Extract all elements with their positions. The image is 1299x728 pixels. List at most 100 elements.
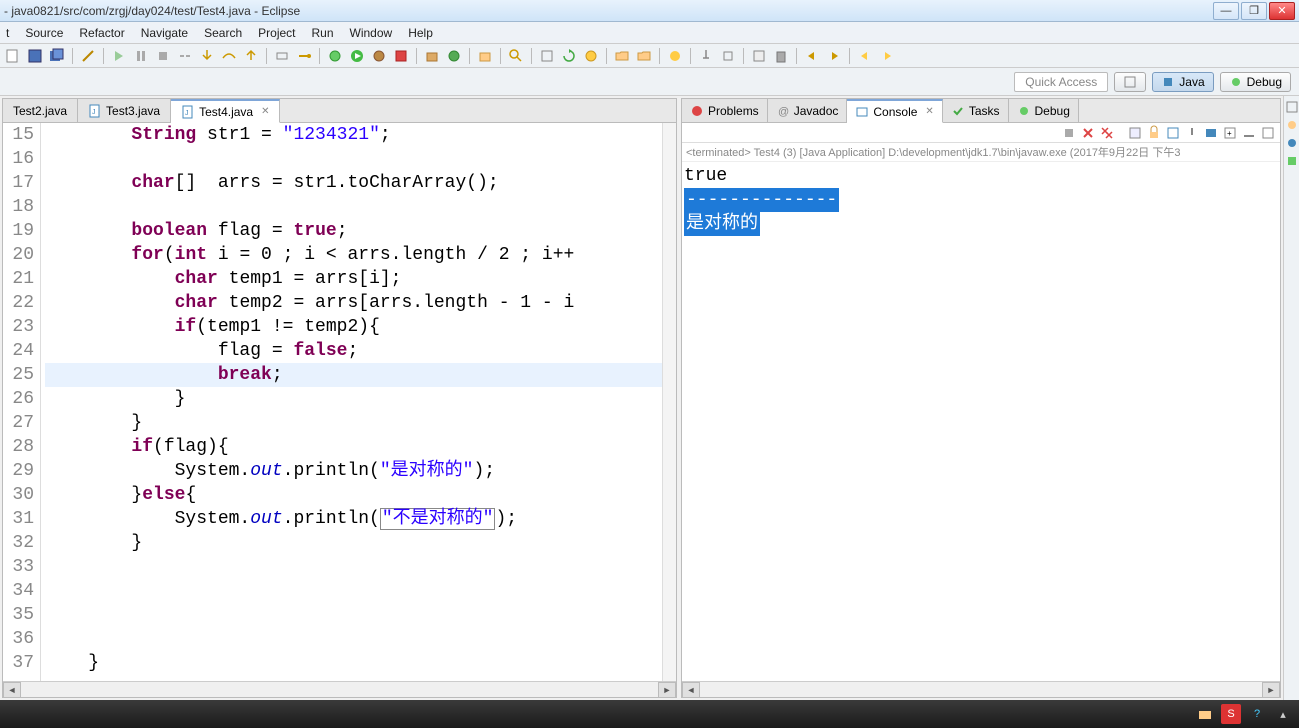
step-over-icon[interactable]: [220, 47, 238, 65]
javadoc-icon: @: [776, 104, 790, 118]
task-icon[interactable]: [582, 47, 600, 65]
maximize-button[interactable]: ❐: [1241, 2, 1267, 20]
save-all-icon[interactable]: [48, 47, 66, 65]
menu-edit[interactable]: t: [6, 26, 9, 40]
tray-app-icon[interactable]: S: [1221, 704, 1241, 724]
tab-console[interactable]: Console ✕: [847, 99, 942, 123]
window-controls: — ❐ ✕: [1213, 2, 1295, 20]
dropframe-icon[interactable]: [273, 47, 291, 65]
terminate-icon[interactable]: [1061, 125, 1077, 141]
console-toolbar: +: [682, 123, 1280, 143]
step-return-icon[interactable]: [242, 47, 260, 65]
wand-icon[interactable]: [79, 47, 97, 65]
step-into-icon[interactable]: [198, 47, 216, 65]
tab-problems[interactable]: Problems: [682, 99, 768, 122]
console-body[interactable]: true--------------是对称的: [682, 162, 1280, 681]
console-hscroll[interactable]: ◄ ►: [682, 681, 1280, 697]
tray-chevron-icon[interactable]: ▴: [1273, 704, 1293, 724]
minimize-button[interactable]: —: [1213, 2, 1239, 20]
new-package-icon[interactable]: [423, 47, 441, 65]
overview-ruler[interactable]: [662, 123, 676, 681]
view-icon[interactable]: [750, 47, 768, 65]
expressions-icon[interactable]: [1285, 154, 1299, 168]
debug-resume-icon[interactable]: [110, 47, 128, 65]
search-icon[interactable]: [507, 47, 525, 65]
variables-icon[interactable]: [1285, 118, 1299, 132]
menu-refactor[interactable]: Refactor: [79, 26, 124, 40]
tab-debug[interactable]: Debug: [1009, 99, 1079, 122]
menu-source[interactable]: Source: [25, 26, 63, 40]
close-button[interactable]: ✕: [1269, 2, 1295, 20]
scroll-right-icon[interactable]: ►: [658, 682, 676, 698]
tab-test3[interactable]: J Test3.java: [78, 99, 171, 122]
hscrollbar[interactable]: ◄ ►: [3, 681, 676, 697]
close-icon[interactable]: ✕: [261, 106, 269, 117]
outline-icon[interactable]: [1285, 100, 1299, 114]
open-type-icon[interactable]: [476, 47, 494, 65]
coverage-icon[interactable]: [370, 47, 388, 65]
next-annotation-icon[interactable]: [825, 47, 843, 65]
tray-folder-icon[interactable]: [1195, 704, 1215, 724]
new-class-icon[interactable]: [445, 47, 463, 65]
tab-javadoc[interactable]: @Javadoc: [768, 99, 848, 122]
tab-test4[interactable]: J Test4.java ✕: [171, 99, 280, 123]
vtab-label: Debug: [1035, 104, 1070, 118]
back-history-icon[interactable]: [803, 47, 821, 65]
toggle-icon[interactable]: [719, 47, 737, 65]
console-header: <terminated> Test4 (3) [Java Application…: [682, 143, 1280, 162]
menu-search[interactable]: Search: [204, 26, 242, 40]
scroll-lock-icon[interactable]: [1146, 125, 1162, 141]
save-icon[interactable]: [26, 47, 44, 65]
wrap-icon[interactable]: [1165, 125, 1181, 141]
open-perspective-button[interactable]: [1114, 72, 1146, 92]
pin-icon[interactable]: [697, 47, 715, 65]
folder-nav-icon[interactable]: [635, 47, 653, 65]
external-tools-icon[interactable]: [392, 47, 410, 65]
debug-icon[interactable]: [326, 47, 344, 65]
menu-window[interactable]: Window: [350, 26, 393, 40]
annotation-nav-icon[interactable]: [666, 47, 684, 65]
run-icon[interactable]: [348, 47, 366, 65]
close-icon[interactable]: ✕: [925, 106, 933, 117]
breakpoints-icon[interactable]: [1285, 136, 1299, 150]
display-selected-icon[interactable]: [1203, 125, 1219, 141]
annotations-icon[interactable]: [538, 47, 556, 65]
debug-disconnect-icon[interactable]: [176, 47, 194, 65]
tab-label: Test3.java: [106, 104, 160, 118]
tray-help-icon[interactable]: ?: [1247, 704, 1267, 724]
minimize-view-icon[interactable]: [1241, 125, 1257, 141]
code-area[interactable]: 1516171819202122232425262728293031323334…: [3, 123, 676, 681]
clear-icon[interactable]: [1127, 125, 1143, 141]
refresh-icon[interactable]: [560, 47, 578, 65]
scroll-right-icon[interactable]: ►: [1262, 682, 1280, 698]
code[interactable]: String str1 = "1234321"; char[] arrs = s…: [41, 123, 662, 681]
new-icon[interactable]: [4, 47, 22, 65]
remove-launch-icon[interactable]: [1080, 125, 1096, 141]
menu-navigate[interactable]: Navigate: [141, 26, 188, 40]
vtab-label: Console: [873, 105, 917, 119]
debug-pause-icon[interactable]: [132, 47, 150, 65]
scroll-left-icon[interactable]: ◄: [3, 682, 21, 698]
forward-icon[interactable]: [878, 47, 896, 65]
tab-tasks[interactable]: Tasks: [943, 99, 1009, 122]
tab-test2[interactable]: Test2.java: [3, 99, 78, 122]
back-icon[interactable]: [856, 47, 874, 65]
debug-stop-icon[interactable]: [154, 47, 172, 65]
perspective-java[interactable]: Java: [1152, 72, 1213, 92]
remove-all-icon[interactable]: [1099, 125, 1115, 141]
scroll-left-icon[interactable]: ◄: [682, 682, 700, 698]
quick-access-input[interactable]: Quick Access: [1014, 72, 1108, 92]
menu-project[interactable]: Project: [258, 26, 295, 40]
open-console-icon[interactable]: +: [1222, 125, 1238, 141]
menu-run[interactable]: Run: [312, 26, 334, 40]
stepfilter-icon[interactable]: [295, 47, 313, 65]
pin-console-icon[interactable]: [1184, 125, 1200, 141]
folder-icon[interactable]: [613, 47, 631, 65]
maximize-view-icon[interactable]: [1260, 125, 1276, 141]
menu-help[interactable]: Help: [408, 26, 433, 40]
perspective-bar: Quick Access Java Debug: [0, 68, 1299, 96]
problems-icon: [690, 104, 704, 118]
perspective-debug[interactable]: Debug: [1220, 72, 1291, 92]
delete-icon[interactable]: [772, 47, 790, 65]
console-icon: [855, 105, 869, 119]
